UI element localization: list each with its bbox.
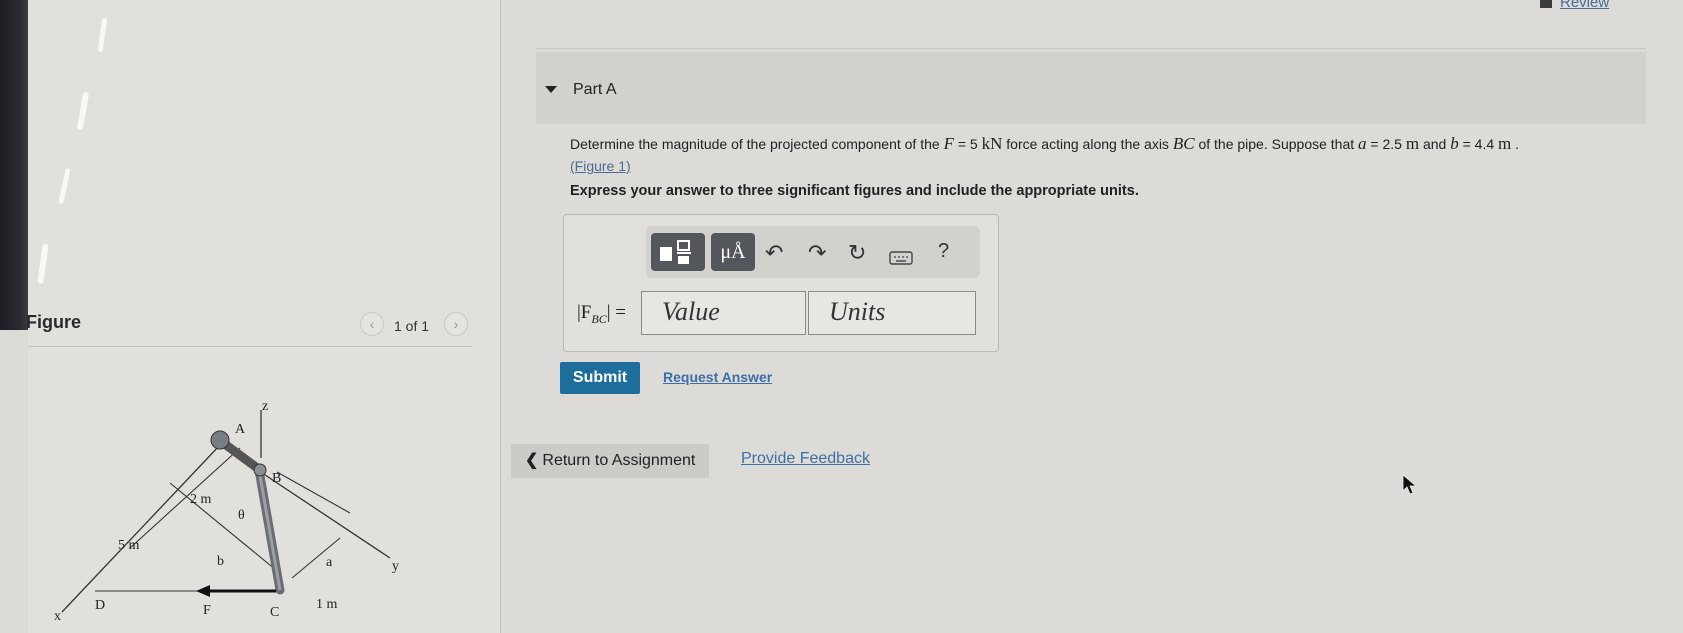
pipe-flange — [210, 430, 230, 450]
unit-m: m — [1405, 134, 1420, 153]
answer-label-subscript: BC — [591, 311, 607, 326]
question-segment: of the pipe. Suppose that — [1194, 136, 1359, 152]
help-button[interactable]: ? — [938, 240, 949, 263]
review-icon — [1540, 0, 1552, 8]
review-label: Review — [1560, 0, 1610, 11]
request-answer-link[interactable]: Request Answer — [663, 369, 772, 385]
panel-divider — [500, 0, 501, 633]
label-B: B — [272, 471, 281, 486]
return-label: Return to Assignment — [542, 452, 696, 469]
submit-button[interactable]: Submit — [560, 362, 640, 394]
pipe-segment-AB — [217, 437, 265, 475]
question-segment: force acting along the axis — [1002, 136, 1173, 152]
label-y: y — [392, 559, 399, 574]
top-divider — [536, 48, 1646, 49]
question-segment: = 2.5 — [1366, 136, 1406, 152]
pipe-diagram: z A B 2 m θ 5 m b a y D F C 1 m x — [54, 399, 399, 624]
question-segment: and — [1419, 136, 1451, 152]
value-input[interactable]: Value — [641, 291, 806, 335]
part-a-title: Part A — [573, 81, 617, 98]
undo-icon[interactable]: ↶ — [765, 240, 783, 266]
question-segment: Determine the magnitude of the projected… — [570, 136, 944, 152]
x-axis — [61, 444, 221, 613]
label-D: D — [95, 598, 105, 613]
var-BC: BC — [1172, 134, 1195, 153]
question-text: Determine the magnitude of the projected… — [570, 133, 1650, 177]
answer-label-end: | = — [606, 302, 626, 323]
label-1m: 1 m — [316, 597, 338, 612]
collapse-caret-icon[interactable] — [545, 86, 557, 93]
unit-kN: kN — [981, 134, 1003, 153]
answer-instruction: Express your answer to three significant… — [570, 183, 1139, 199]
force-F-arrowhead — [196, 585, 210, 597]
review-link[interactable]: Review — [1540, 0, 1609, 11]
dimension-a-line — [291, 537, 341, 579]
provide-feedback-link[interactable]: Provide Feedback — [741, 450, 870, 468]
question-segment: = 4.4 — [1458, 136, 1499, 152]
label-A: A — [235, 422, 246, 437]
label-C: C — [270, 605, 279, 620]
answer-label-text: |F — [577, 302, 592, 323]
var-b: b — [1450, 134, 1459, 153]
pipe-elbow — [253, 463, 267, 477]
part-a-header[interactable] — [536, 52, 1646, 124]
next-figure-button[interactable]: › — [444, 312, 468, 336]
question-segment: = 5 — [953, 136, 982, 152]
unit-m: m — [1498, 134, 1512, 153]
pipe-highlight — [257, 469, 282, 591]
figure-pager: 1 of 1 — [394, 318, 430, 334]
label-5m: 5 m — [118, 538, 140, 553]
return-to-assignment-button[interactable]: ❮ Return to Assignment — [511, 444, 709, 478]
units-button[interactable]: μÅ — [711, 233, 755, 271]
var-a: a — [1358, 134, 1367, 153]
chevron-right-icon: › — [453, 316, 459, 332]
dimension-5m-line — [129, 447, 241, 549]
reset-icon[interactable]: ↻ — [848, 240, 866, 266]
redo-icon[interactable]: ↷ — [808, 240, 826, 266]
chevron-left-icon: ❮ — [525, 452, 539, 469]
question-segment: . — [1511, 136, 1520, 152]
label-2m: 2 m — [190, 492, 212, 507]
units-input[interactable]: Units — [808, 291, 976, 335]
label-z: z — [262, 399, 268, 414]
label-a: a — [326, 555, 333, 570]
template-icon — [660, 240, 691, 264]
label-x: x — [54, 609, 61, 624]
answer-label: |FBC| = — [577, 302, 626, 327]
label-b: b — [217, 554, 224, 569]
label-theta: θ — [238, 508, 245, 523]
chevron-left-icon: ‹ — [369, 316, 375, 332]
var-F: F — [943, 134, 954, 153]
keyboard-icon[interactable] — [889, 246, 913, 272]
figure-title: Figure — [26, 312, 82, 332]
label-F: F — [203, 603, 211, 618]
template-button[interactable] — [651, 233, 705, 271]
figure-divider — [28, 346, 472, 347]
prev-figure-button[interactable]: ‹ — [360, 312, 384, 336]
mouse-cursor-icon — [1402, 474, 1418, 495]
figure-link[interactable]: (Figure 1) — [570, 158, 631, 174]
